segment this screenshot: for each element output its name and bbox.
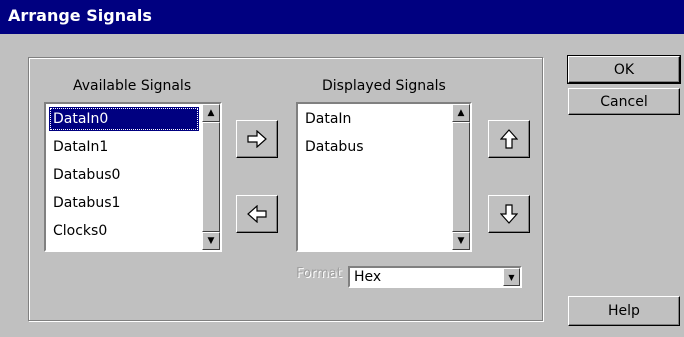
cancel-button-label: Cancel — [600, 93, 648, 110]
ok-button-label: OK — [613, 61, 635, 78]
available-scrollbar[interactable]: ▲ ▼ — [202, 104, 220, 250]
format-label: Format — [296, 266, 342, 281]
chevron-down-icon: ▼ — [508, 272, 515, 282]
format-select[interactable]: Hex ▼ — [348, 266, 522, 288]
available-signals-list[interactable]: DataIn0 DataIn1 Databus0 Databus1 Clocks… — [44, 102, 222, 252]
scroll-down-button[interactable]: ▼ — [452, 232, 470, 250]
arrow-up-icon — [500, 129, 518, 149]
add-signal-button[interactable] — [236, 120, 278, 158]
scroll-down-icon: ▼ — [207, 235, 215, 246]
scroll-up-button[interactable]: ▲ — [452, 104, 470, 122]
scroll-up-icon: ▲ — [457, 107, 465, 118]
list-item[interactable]: DataIn — [301, 107, 449, 131]
arrow-down-icon — [500, 204, 518, 224]
arrow-right-icon — [247, 130, 267, 148]
arrow-left-icon — [247, 205, 267, 223]
window-title: Arrange Signals — [8, 6, 152, 25]
ok-button[interactable]: OK — [567, 55, 681, 84]
scroll-down-icon: ▼ — [457, 235, 465, 246]
cancel-button[interactable]: Cancel — [568, 88, 680, 115]
scroll-up-icon: ▲ — [207, 107, 215, 118]
list-item[interactable]: Clocks0 — [49, 219, 199, 243]
format-dropdown-button[interactable]: ▼ — [503, 268, 520, 286]
move-up-button[interactable] — [488, 120, 530, 158]
title-bar[interactable]: Arrange Signals — [0, 0, 684, 34]
displayed-scrollbar[interactable]: ▲ ▼ — [452, 104, 470, 250]
available-signals-label: Available Signals — [73, 78, 192, 94]
list-item[interactable]: Databus1 — [49, 191, 199, 215]
list-item[interactable]: Databus0 — [49, 163, 199, 187]
scroll-thumb[interactable] — [452, 122, 470, 232]
move-down-button[interactable] — [488, 195, 530, 233]
scroll-up-button[interactable]: ▲ — [202, 104, 220, 122]
list-item[interactable]: DataIn1 — [49, 135, 199, 159]
scroll-thumb[interactable] — [202, 122, 220, 232]
displayed-signals-label: Displayed Signals — [322, 78, 446, 94]
list-item[interactable]: Databus — [301, 135, 449, 159]
displayed-signals-list[interactable]: DataIn Databus ▲ ▼ — [296, 102, 472, 252]
list-item[interactable]: DataIn0 — [49, 107, 199, 131]
scroll-down-button[interactable]: ▼ — [202, 232, 220, 250]
help-button[interactable]: Help — [568, 296, 680, 326]
help-button-label: Help — [608, 303, 640, 319]
remove-signal-button[interactable] — [236, 195, 278, 233]
format-value: Hex — [354, 269, 382, 285]
